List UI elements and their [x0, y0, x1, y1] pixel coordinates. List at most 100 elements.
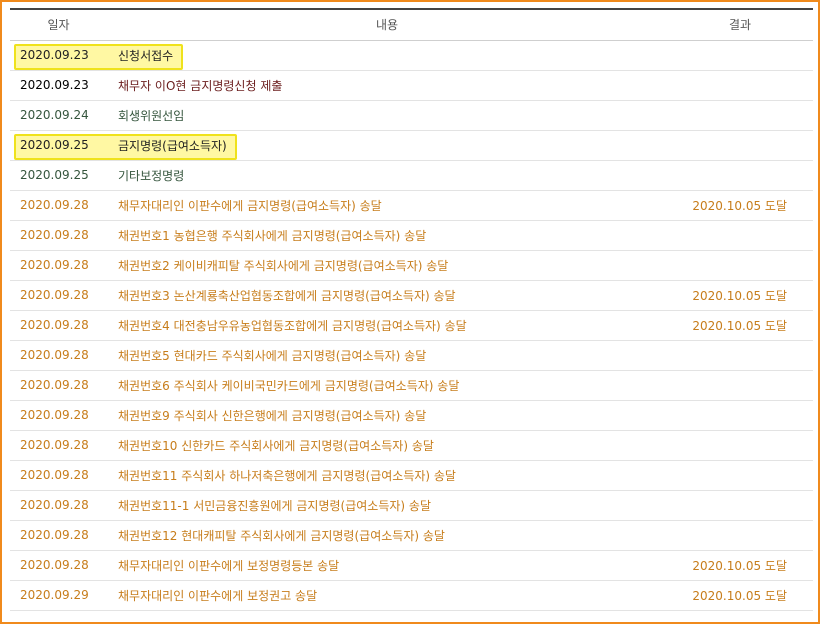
- date-cell: 2020.09.28: [10, 490, 107, 521]
- result-cell: [667, 40, 813, 71]
- content-cell: 채무자 이O현 금지명령신청 제출: [107, 70, 667, 101]
- result-cell: [667, 430, 813, 461]
- content-cell: 신청서접수: [107, 40, 667, 71]
- result-cell: 2020.10.05 도달: [667, 550, 813, 581]
- content-cell: 채권번호5 현대카드 주식회사에게 금지명령(급여소득자) 송달: [107, 340, 667, 371]
- date-cell: 2020.09.28: [10, 460, 107, 491]
- date-cell: 2020.09.25: [10, 160, 107, 191]
- table-row: 2020.09.28 채무자대리인 이판수에게 보정명령등본 송달 2020.10.…: [10, 550, 813, 581]
- result-cell: 2020.10.05 도달: [667, 580, 813, 611]
- content-cell-text: 기타보정명령: [118, 168, 185, 183]
- date-cell-text: 2020.09.28: [20, 288, 89, 302]
- date-cell-text: 2020.09.28: [20, 528, 89, 542]
- content-cell: 채권번호2 케이비캐피탈 주식회사에게 금지명령(급여소득자) 송달: [107, 250, 667, 281]
- content-cell: 채권번호11-1 서민금융진흥원에게 금지명령(급여소득자) 송달: [107, 490, 667, 521]
- date-cell-text: 2020.09.28: [20, 558, 89, 572]
- result-cell: [667, 160, 813, 191]
- date-cell-text: 2020.09.28: [20, 318, 89, 332]
- date-cell-text: 2020.09.25: [20, 168, 89, 182]
- result-cell: [667, 130, 813, 161]
- content-cell: 채권번호9 주식회사 신한은행에게 금지명령(급여소득자) 송달: [107, 400, 667, 431]
- content-cell-text: 채권번호4 대전충남우유농업협동조합에게 금지명령(급여소득자) 송달: [118, 318, 467, 333]
- table-row: 2020.09.28 채권번호4 대전충남우유농업협동조합에게 금지명령(급여소득…: [10, 310, 813, 341]
- column-header-date: 일자: [10, 8, 107, 41]
- date-cell: 2020.09.29: [10, 580, 107, 611]
- table-row: 2020.09.25 기타보정명령: [10, 160, 813, 191]
- content-cell-text: 채무자대리인 이판수에게 보정권고 송달: [118, 588, 318, 603]
- result-cell: [667, 460, 813, 491]
- table-row: 2020.09.28 채권번호11-1 서민금융진흥원에게 금지명령(급여소득자)…: [10, 490, 813, 521]
- content-cell-text: 채권번호11-1 서민금융진흥원에게 금지명령(급여소득자) 송달: [118, 498, 432, 513]
- date-cell-text: 2020.09.28: [20, 378, 89, 392]
- table-row: 2020.09.28 채권번호5 현대카드 주식회사에게 금지명령(급여소득자) …: [10, 340, 813, 371]
- date-cell-text: 2020.09.28: [20, 198, 89, 212]
- date-cell: 2020.09.28: [10, 220, 107, 251]
- date-cell: 2020.09.28: [10, 400, 107, 431]
- date-cell: 2020.09.28: [10, 250, 107, 281]
- screenshot-frame: 일자 내용 결과 2020.09.23 신청서접수 2020.09.23 채무자 이O…: [0, 0, 820, 624]
- date-cell: 2020.09.28: [10, 280, 107, 311]
- date-cell-text: 2020.09.28: [20, 348, 89, 362]
- date-cell: 2020.09.24: [10, 100, 107, 131]
- result-cell: [667, 490, 813, 521]
- date-cell: 2020.09.28: [10, 370, 107, 401]
- table-row: 2020.09.28 채권번호12 현대캐피탈 주식회사에게 금지명령(급여소득자…: [10, 520, 813, 551]
- content-cell-text: 채권번호12 현대캐피탈 주식회사에게 금지명령(급여소득자) 송달: [118, 528, 445, 543]
- result-cell: [667, 520, 813, 551]
- table-row: 2020.09.28 채권번호1 농협은행 주식회사에게 금지명령(급여소득자) …: [10, 220, 813, 251]
- content-cell-text: 회생위원선임: [118, 108, 185, 123]
- result-cell: [667, 100, 813, 131]
- table-row: 2020.09.28 채무자대리인 이판수에게 금지명령(급여소득자) 송달 202…: [10, 190, 813, 221]
- content-cell: 회생위원선임: [107, 100, 667, 131]
- table-row: 2020.09.28 채권번호6 주식회사 케이비국민카드에게 금지명령(급여소득…: [10, 370, 813, 401]
- content-cell: 채권번호6 주식회사 케이비국민카드에게 금지명령(급여소득자) 송달: [107, 370, 667, 401]
- content-cell-text: 채무자 이O현 금지명령신청 제출: [118, 78, 283, 93]
- table-row: 2020.09.28 채권번호2 케이비캐피탈 주식회사에게 금지명령(급여소득자…: [10, 250, 813, 281]
- content-cell-text: 채권번호2 케이비캐피탈 주식회사에게 금지명령(급여소득자) 송달: [118, 258, 449, 273]
- content-cell-text: 채권번호5 현대카드 주식회사에게 금지명령(급여소득자) 송달: [118, 348, 427, 363]
- content-cell: 채권번호1 농협은행 주식회사에게 금지명령(급여소득자) 송달: [107, 220, 667, 251]
- result-cell: 2020.10.05 도달: [667, 310, 813, 341]
- table-row: 2020.09.28 채권번호3 논산계룡축산업협동조합에게 금지명령(급여소득자…: [10, 280, 813, 311]
- content-cell-text: 채권번호1 농협은행 주식회사에게 금지명령(급여소득자) 송달: [118, 228, 427, 243]
- date-cell-text: 2020.09.28: [20, 408, 89, 422]
- column-header-content: 내용: [107, 8, 667, 41]
- date-cell: 2020.09.28: [10, 430, 107, 461]
- content-cell: 채권번호3 논산계룡축산업협동조합에게 금지명령(급여소득자) 송달: [107, 280, 667, 311]
- content-cell-text: 채무자대리인 이판수에게 보정명령등본 송달: [118, 558, 340, 573]
- content-cell-text: 채무자대리인 이판수에게 금지명령(급여소득자) 송달: [118, 198, 382, 213]
- table-row: 2020.09.29 채무자대리인 이판수에게 보정권고 송달 2020.10.05…: [10, 580, 813, 611]
- date-cell-text: 2020.09.28: [20, 228, 89, 242]
- date-cell-text: 2020.09.25: [20, 138, 89, 152]
- date-cell-text: 2020.09.28: [20, 258, 89, 272]
- content-cell: 채권번호10 신한카드 주식회사에게 금지명령(급여소득자) 송달: [107, 430, 667, 461]
- table-row: 2020.09.28 채권번호9 주식회사 신한은행에게 금지명령(급여소득자) …: [10, 400, 813, 431]
- date-cell: 2020.09.28: [10, 550, 107, 581]
- result-cell: [667, 250, 813, 281]
- content-cell-text: 채권번호11 주식회사 하나저축은행에게 금지명령(급여소득자) 송달: [118, 468, 456, 483]
- result-cell: [667, 340, 813, 371]
- result-cell: [667, 370, 813, 401]
- content-cell-text: 신청서접수: [118, 48, 174, 63]
- date-cell: 2020.09.25: [10, 130, 107, 161]
- content-cell: 채권번호12 현대캐피탈 주식회사에게 금지명령(급여소득자) 송달: [107, 520, 667, 551]
- content-cell-text: 채권번호10 신한카드 주식회사에게 금지명령(급여소득자) 송달: [118, 438, 434, 453]
- date-cell: 2020.09.28: [10, 310, 107, 341]
- table-row: 2020.09.25 금지명령(급여소득자): [10, 130, 813, 161]
- content-cell: 기타보정명령: [107, 160, 667, 191]
- table-row: 2020.09.23 채무자 이O현 금지명령신청 제출: [10, 70, 813, 101]
- result-cell-text: 2020.10.05 도달: [692, 288, 787, 303]
- result-cell: [667, 400, 813, 431]
- column-header-result: 결과: [667, 8, 813, 41]
- date-cell-text: 2020.09.23: [20, 48, 89, 62]
- date-cell-text: 2020.09.28: [20, 498, 89, 512]
- result-cell-text: 2020.10.05 도달: [692, 558, 787, 573]
- table-row: 2020.09.28 채권번호10 신한카드 주식회사에게 금지명령(급여소득자)…: [10, 430, 813, 461]
- content-cell-text: 채권번호6 주식회사 케이비국민카드에게 금지명령(급여소득자) 송달: [118, 378, 460, 393]
- date-cell-text: 2020.09.23: [20, 78, 89, 92]
- content-cell: 채무자대리인 이판수에게 금지명령(급여소득자) 송달: [107, 190, 667, 221]
- content-cell-text: 채권번호9 주식회사 신한은행에게 금지명령(급여소득자) 송달: [118, 408, 427, 423]
- table-row: 2020.09.28 채권번호11 주식회사 하나저축은행에게 금지명령(급여소득…: [10, 460, 813, 491]
- table-row: 2020.09.24 회생위원선임: [10, 100, 813, 131]
- result-cell: 2020.10.05 도달: [667, 190, 813, 221]
